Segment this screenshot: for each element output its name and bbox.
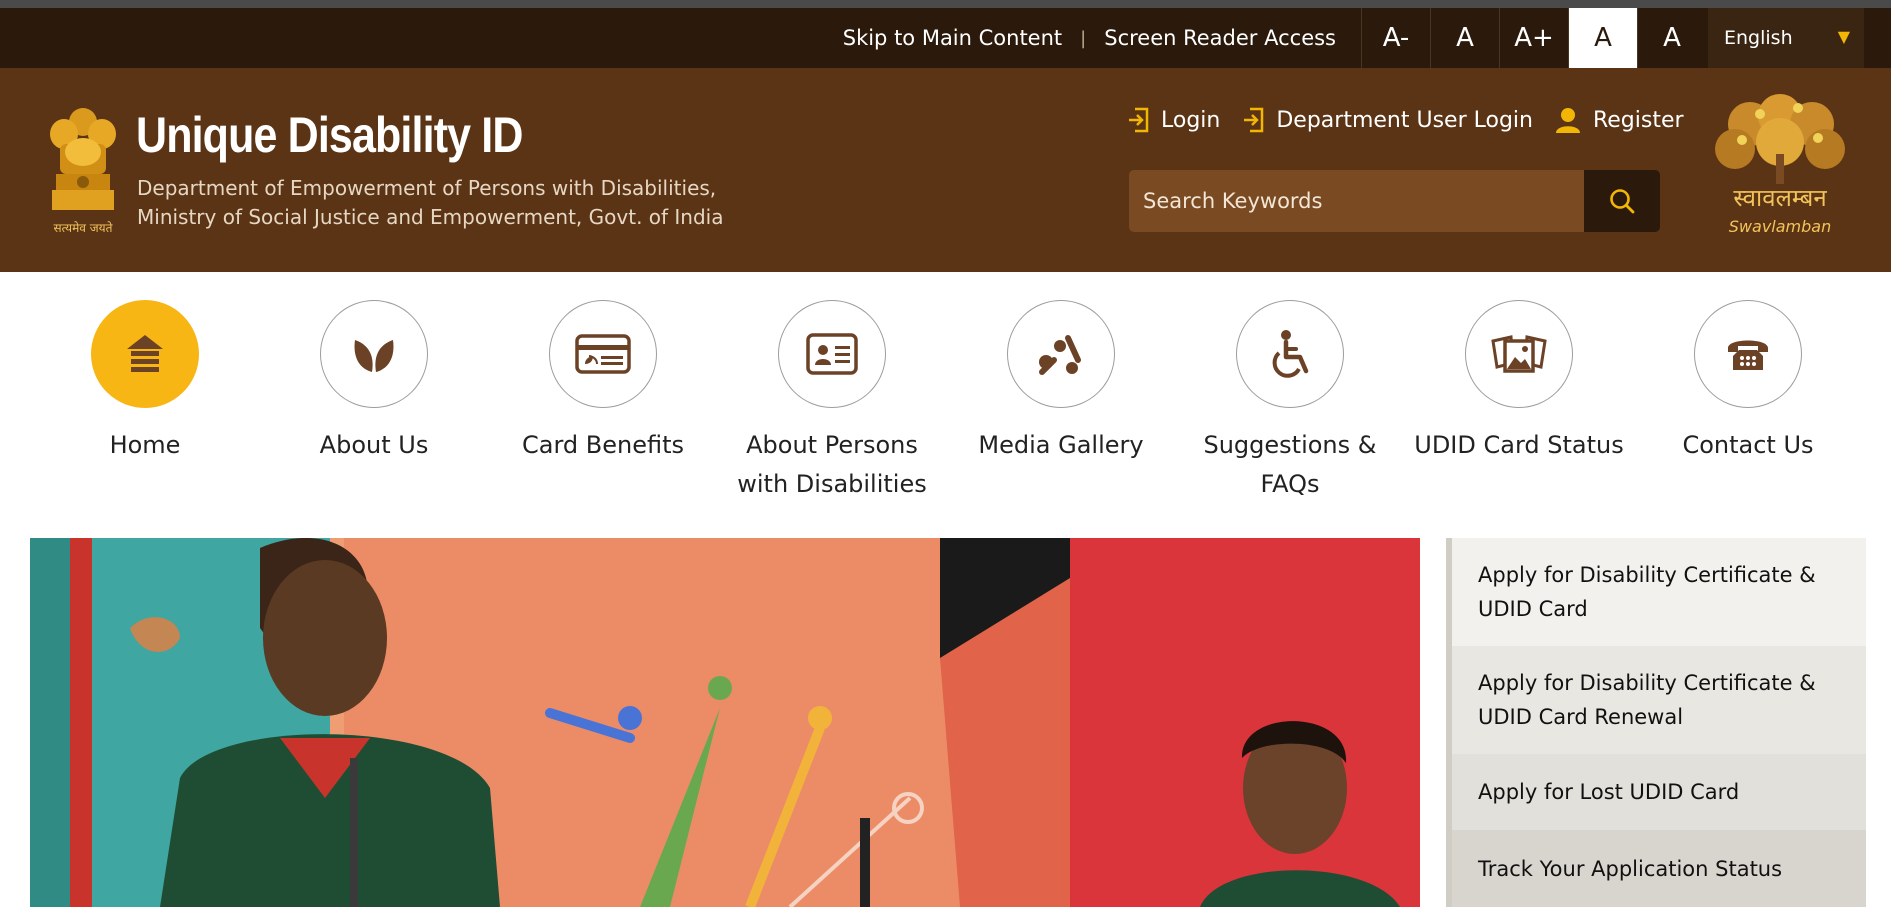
department-line-1: Department of Empowerment of Persons wit… [137, 176, 717, 200]
nav-circle [549, 300, 657, 408]
font-size-controls: A- A A+ A A [1361, 8, 1706, 68]
chevron-down-icon: ▼ [1837, 27, 1850, 46]
nav-circle [91, 300, 199, 408]
quick-links-panel: Apply for Disability Certificate & UDID … [1446, 538, 1866, 907]
nav-item-udid-card-status[interactable]: UDID Card Status [1404, 300, 1634, 465]
hero-photo [30, 538, 1420, 907]
accessibility-links: Skip to Main Content | Screen Reader Acc… [843, 8, 1336, 68]
nav-circle [1465, 300, 1573, 408]
auth-links: Login Department User Login Register [1127, 106, 1706, 134]
department-login-link[interactable]: Department User Login [1242, 107, 1533, 133]
nav-item-media-gallery[interactable]: Media Gallery [946, 300, 1176, 465]
department-line-2: Ministry of Social Justice and Empowerme… [137, 205, 724, 229]
language-select[interactable]: English ▼ [1708, 8, 1864, 68]
quick-link-track-status[interactable]: Track Your Application Status [1452, 830, 1866, 907]
login-icon [1129, 107, 1149, 133]
screen-reader-link[interactable]: Screen Reader Access [1104, 26, 1336, 50]
font-normal-button[interactable]: A [1430, 8, 1499, 68]
light-contrast-button[interactable]: A [1568, 8, 1637, 68]
link-separator: | [1080, 27, 1087, 49]
emblem-caption: सत्यमेव जयते [54, 221, 114, 235]
font-decrease-button[interactable]: A- [1361, 8, 1430, 68]
main-navigation: Home About Us Card Benefits About Person… [0, 300, 1891, 500]
nav-circle [1007, 300, 1115, 408]
search-bar [1129, 170, 1660, 232]
quick-link-lost-card[interactable]: Apply for Lost UDID Card [1452, 754, 1866, 830]
quick-link-apply[interactable]: Apply for Disability Certificate & UDID … [1452, 538, 1866, 646]
login-link[interactable]: Login [1127, 107, 1220, 133]
nav-circle [778, 300, 886, 408]
nav-item-home[interactable]: Home [30, 300, 260, 465]
search-icon [1610, 189, 1635, 214]
telephone-icon [1728, 340, 1768, 370]
swavlamban-logo: स्वावलम्बन Swavlamban [1715, 94, 1845, 236]
utility-bar: Skip to Main Content | Screen Reader Acc… [0, 8, 1891, 68]
skip-to-main-link[interactable]: Skip to Main Content [843, 26, 1062, 50]
nav-label: Home [109, 431, 181, 459]
nav-circle [320, 300, 428, 408]
nav-label: About Persons with Disabilities [737, 431, 927, 498]
nav-item-card-benefits[interactable]: Card Benefits [488, 300, 718, 465]
nav-item-contact-us[interactable]: Contact Us [1633, 300, 1863, 465]
nav-circle [1236, 300, 1344, 408]
leaf-icon [354, 340, 394, 372]
search-input[interactable] [1129, 170, 1584, 232]
register-label: Register [1592, 107, 1684, 133]
login-label: Login [1161, 107, 1221, 133]
department-login-label: Department User Login [1276, 107, 1533, 133]
nav-label: Media Gallery [978, 431, 1144, 459]
swavlamban-latin: Swavlamban [1729, 217, 1831, 236]
home-icon [127, 335, 163, 372]
nav-item-suggestions-faqs[interactable]: Suggestions & FAQs [1175, 300, 1405, 504]
swavlamban-hindi: स्वावलम्बन [1733, 184, 1827, 212]
id-card-icon [806, 333, 858, 375]
nav-label: Suggestions & FAQs [1203, 431, 1377, 498]
card-icon [575, 334, 631, 374]
site-header: सत्यमेव जयते Unique Disability ID Depart… [0, 68, 1891, 272]
nav-item-about-us[interactable]: About Us [259, 300, 489, 465]
user-icon [1555, 108, 1580, 133]
nav-label: About Us [319, 431, 429, 459]
wheelchair-icon [1272, 330, 1309, 378]
department-name: Department of Empowerment of Persons wit… [137, 174, 724, 232]
nav-label: Card Benefits [521, 431, 684, 459]
media-icon [1039, 335, 1081, 375]
national-emblem-logo: सत्यमेव जयते [50, 108, 116, 235]
photos-icon [1491, 335, 1547, 373]
language-selected-value: English [1724, 27, 1793, 49]
nav-item-about-persons-with-disabilities[interactable]: About Persons with Disabilities [717, 300, 947, 504]
nav-label: Contact Us [1682, 431, 1814, 459]
nav-circle [1694, 300, 1802, 408]
nav-label: UDID Card Status [1414, 431, 1624, 459]
login-icon [1244, 107, 1264, 133]
register-link[interactable]: Register [1555, 106, 1684, 134]
site-title: Unique Disability ID [136, 107, 523, 163]
quick-link-renewal[interactable]: Apply for Disability Certificate & UDID … [1452, 646, 1866, 754]
dark-contrast-button[interactable]: A [1637, 8, 1706, 68]
browser-top-line [0, 0, 1891, 8]
search-button[interactable] [1584, 170, 1660, 232]
font-increase-button[interactable]: A+ [1499, 8, 1568, 68]
hero-banner-image [30, 538, 1420, 907]
